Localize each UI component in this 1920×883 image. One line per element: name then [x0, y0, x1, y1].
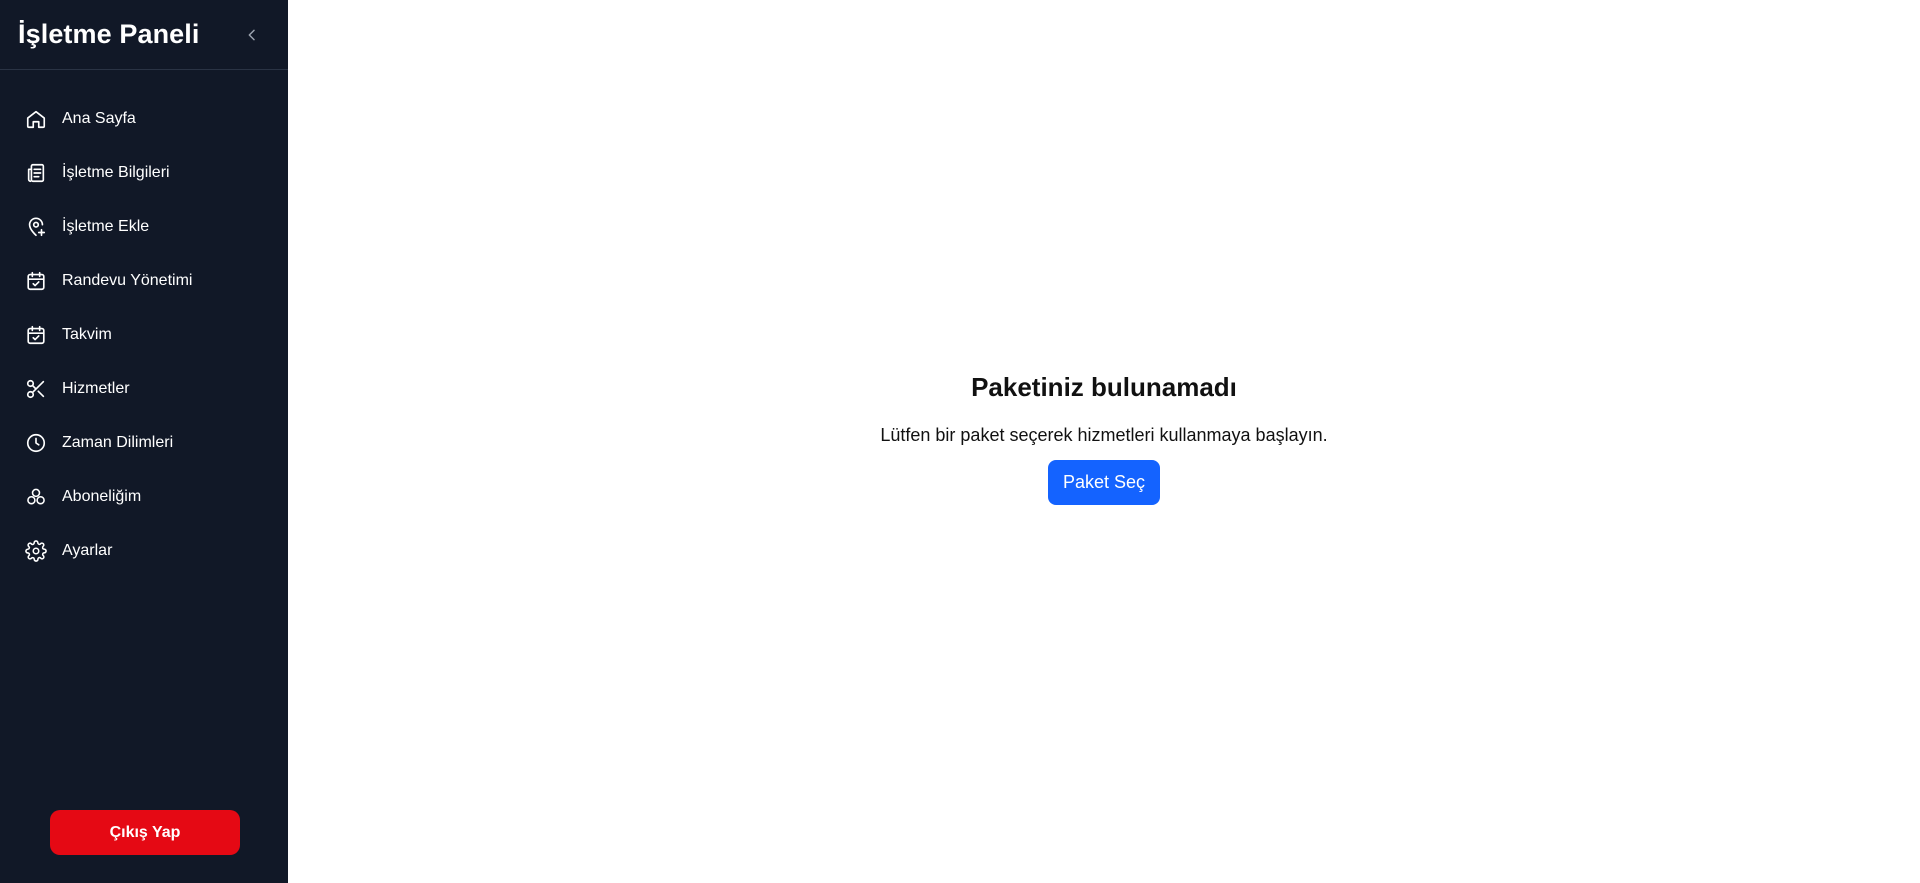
sidebar-nav: Ana Sayfa İşletme Bilgileri İşletme Ekle… — [0, 92, 288, 578]
sidebar-item-label: Ana Sayfa — [62, 110, 136, 127]
calendar-check-icon — [25, 270, 47, 292]
calendar-check-icon — [25, 324, 47, 346]
sidebar: İşletme Paneli Ana Sayfa İşletme Bilgile… — [0, 0, 288, 883]
empty-state: Paketiniz bulunamadı Lütfen bir paket se… — [288, 372, 1920, 505]
sidebar-item-label: Takvim — [62, 326, 112, 343]
boxes-icon — [25, 486, 47, 508]
sidebar-item-ana-sayfa[interactable]: Ana Sayfa — [0, 92, 288, 146]
main-content: Paketiniz bulunamadı Lütfen bir paket se… — [288, 0, 1920, 883]
sidebar-item-isletme-ekle[interactable]: İşletme Ekle — [0, 200, 288, 254]
collapse-sidebar-button[interactable] — [240, 23, 264, 47]
select-package-button[interactable]: Paket Seç — [1048, 460, 1160, 505]
sidebar-item-label: Hizmetler — [62, 380, 130, 397]
sidebar-item-aboneligim[interactable]: Aboneliğim — [0, 470, 288, 524]
sidebar-item-label: Ayarlar — [62, 542, 113, 559]
gear-icon — [25, 540, 47, 562]
app-shell: İşletme Paneli Ana Sayfa İşletme Bilgile… — [0, 0, 1920, 883]
sidebar-item-hizmetler[interactable]: Hizmetler — [0, 362, 288, 416]
sidebar-item-label: Randevu Yönetimi — [62, 272, 193, 289]
empty-state-title: Paketiniz bulunamadı — [971, 372, 1237, 402]
sidebar-title: İşletme Paneli — [18, 19, 200, 49]
sidebar-item-isletme-bilgileri[interactable]: İşletme Bilgileri — [0, 146, 288, 200]
sidebar-header: İşletme Paneli — [0, 0, 288, 70]
scissors-icon — [25, 378, 47, 400]
chevron-left-icon — [248, 29, 255, 40]
sidebar-footer: Çıkış Yap — [0, 810, 288, 883]
sidebar-item-label: Aboneliğim — [62, 488, 142, 505]
sidebar-item-zaman-dilimleri[interactable]: Zaman Dilimleri — [0, 416, 288, 470]
document-icon — [25, 162, 47, 184]
sidebar-item-takvim[interactable]: Takvim — [0, 308, 288, 362]
sidebar-item-randevu-yonetimi[interactable]: Randevu Yönetimi — [0, 254, 288, 308]
sidebar-item-label: Zaman Dilimleri — [62, 434, 174, 451]
sidebar-item-ayarlar[interactable]: Ayarlar — [0, 524, 288, 578]
sidebar-item-label: İşletme Bilgileri — [62, 164, 170, 181]
sidebar-item-label: İşletme Ekle — [62, 218, 150, 235]
map-pin-plus-icon — [25, 216, 47, 238]
logout-button[interactable]: Çıkış Yap — [50, 810, 240, 855]
clock-icon — [25, 432, 47, 454]
empty-state-message: Lütfen bir paket seçerek hizmetleri kull… — [880, 425, 1328, 445]
home-icon — [25, 108, 47, 130]
